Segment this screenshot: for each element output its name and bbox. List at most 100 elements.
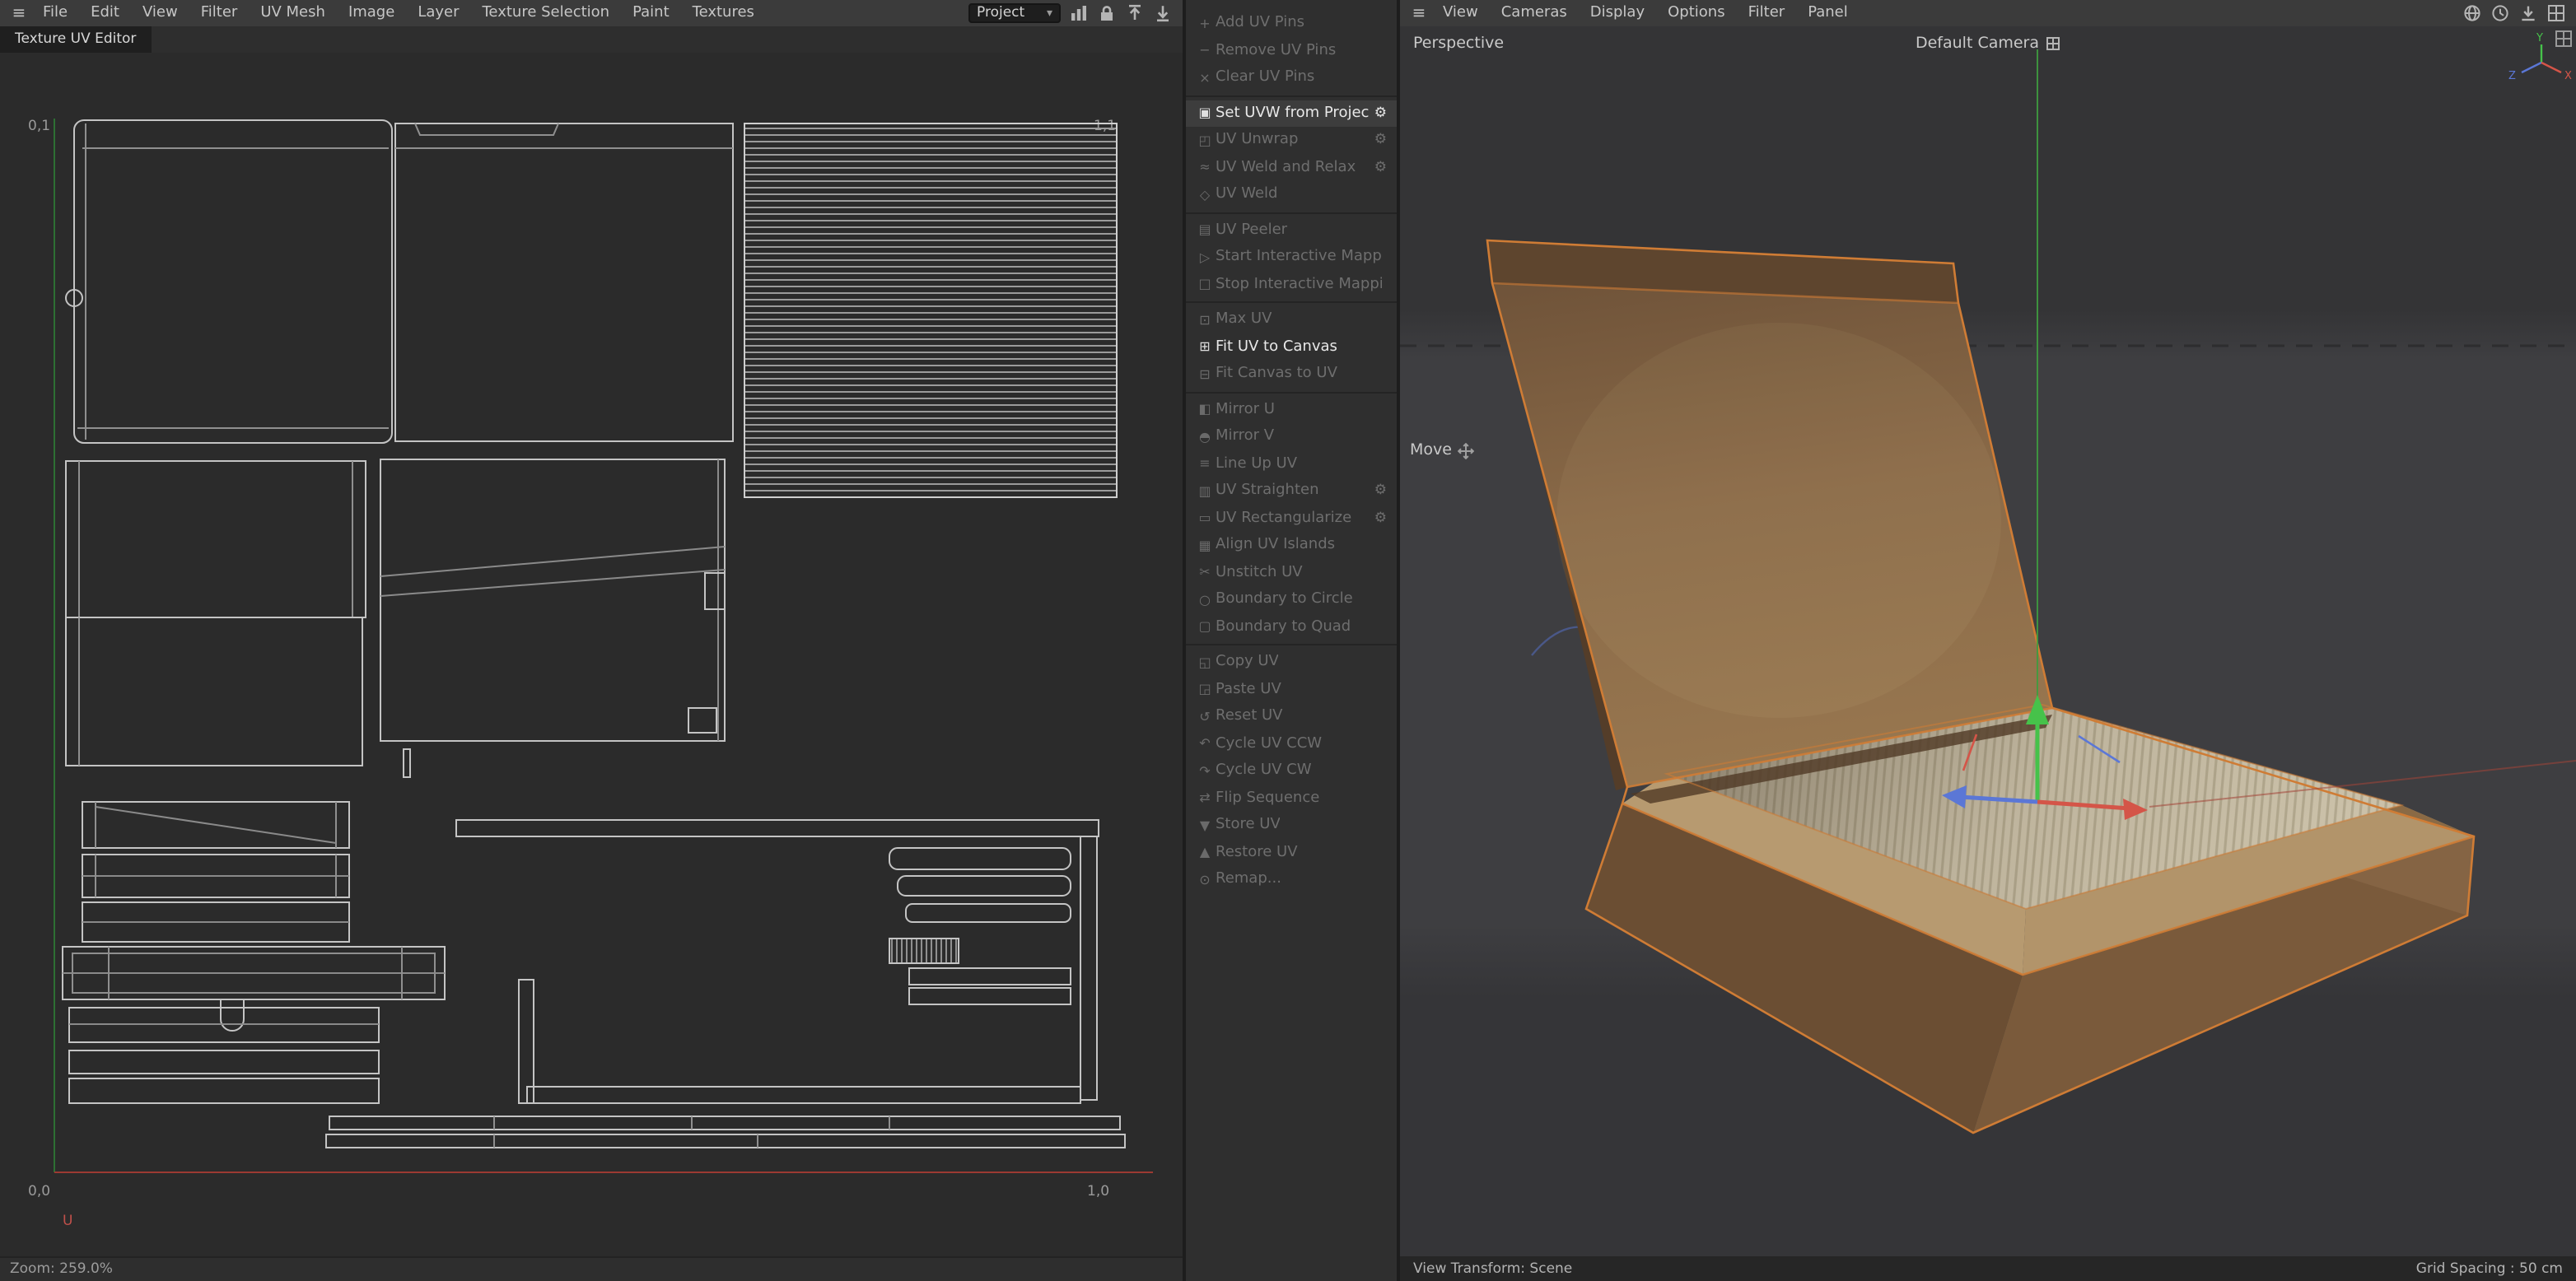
uv-command-icon: + [1194, 16, 1216, 31]
uv-command-row[interactable]: ▥ UV Straighten ⚙ [1186, 477, 1397, 505]
uv-command-row[interactable]: ↶ Cycle UV CCW [1186, 730, 1397, 757]
uv-command-row[interactable]: ⊙ Remap... [1186, 866, 1397, 893]
uv-command-row[interactable]: ↺ Reset UV [1186, 703, 1397, 730]
uv-command-row[interactable]: ≈ UV Weld and Relax ⚙ [1186, 154, 1397, 181]
upload-icon[interactable] [1125, 3, 1145, 23]
uv-command-icon: ▣ [1194, 106, 1216, 121]
menu-item[interactable]: View [131, 0, 189, 26]
uv-command-icon: − [1194, 44, 1216, 58]
uv-command-icon: × [1194, 71, 1216, 86]
uv-command-row[interactable]: ✂ Unstitch UV [1186, 559, 1397, 586]
tab-texture-uv-editor[interactable]: Texture UV Editor [0, 26, 151, 53]
menu-item[interactable]: UV Mesh [249, 0, 337, 26]
menu-item[interactable]: Texture Selection [471, 0, 622, 26]
menu-item[interactable]: Layer [406, 0, 470, 26]
layout-panes-icon[interactable] [2546, 3, 2566, 23]
uv-command-label: UV Weld and Relax [1216, 160, 1356, 176]
uv-command-row[interactable]: ⊞ Fit UV to Canvas [1186, 333, 1397, 361]
uv-command-icon: ↺ [1194, 710, 1216, 724]
viewport-menu-icon[interactable]: ≡ [1407, 4, 1431, 22]
menu-item[interactable]: Display [1579, 0, 1656, 26]
uv-command-row[interactable]: + Add UV Pins [1186, 10, 1397, 37]
uv-command-row[interactable]: ◇ UV Weld [1186, 181, 1397, 208]
uv-command-row[interactable]: ▣ Set UVW from Projection ⚙ [1186, 100, 1397, 127]
uv-command-row[interactable]: ◲ Paste UV [1186, 676, 1397, 703]
lock-icon[interactable] [1097, 3, 1117, 23]
camera-label[interactable]: Default Camera [1916, 35, 2060, 53]
uv-command-label: Cycle UV CCW [1216, 736, 1322, 752]
gear-icon[interactable]: ⚙ [1370, 133, 1387, 149]
uv-command-row[interactable]: ⇄ Flip Sequence [1186, 785, 1397, 812]
viewport-panel: ≡ View Cameras Display Options Filter Pa… [1400, 0, 2576, 1281]
uv-command-icon: ◓ [1194, 430, 1216, 445]
uv-command-row[interactable]: ▭ UV Rectangularize ⚙ [1186, 505, 1397, 532]
uv-command-row[interactable]: ◧ Mirror U [1186, 396, 1397, 423]
gear-icon[interactable]: ⚙ [1370, 483, 1387, 500]
menu-item[interactable]: View [1431, 0, 1490, 26]
globe-icon[interactable] [2462, 3, 2482, 23]
uv-command-label: Clear UV Pins [1216, 70, 1314, 86]
gear-icon[interactable]: ⚙ [1370, 160, 1387, 176]
gear-icon[interactable]: ⚙ [1370, 510, 1387, 527]
uv-command-row[interactable]: − Remove UV Pins [1186, 37, 1397, 64]
uv-canvas[interactable]: 0,1 1,1 0,0 1,0 U [0, 53, 1183, 1256]
uv-command-row[interactable]: ◰ UV Unwrap ⚙ [1186, 127, 1397, 154]
uv-command-row[interactable]: ◓ Mirror V [1186, 423, 1397, 450]
pizza-box-object[interactable] [1487, 240, 2474, 1133]
menu-item[interactable]: Filter [1737, 0, 1797, 26]
download-icon[interactable] [2518, 3, 2538, 23]
uv-command-row[interactable]: ▦ Align UV Islands [1186, 532, 1397, 559]
uv-command-icon: ⇄ [1194, 791, 1216, 806]
uv-command-label: UV Peeler [1216, 222, 1287, 239]
uv-command-icon: ▼ [1194, 818, 1216, 833]
menu-item[interactable]: Edit [79, 0, 131, 26]
uv-command-icon: ◧ [1194, 403, 1216, 417]
uv-command-icon: □ [1194, 277, 1216, 292]
uv-editor-panel: ≡ File Edit View Filter UV Mesh Image La… [0, 0, 1183, 1281]
uv-command-icon: ▤ [1194, 223, 1216, 238]
uv-command-row[interactable]: ○ Boundary to Circle [1186, 586, 1397, 613]
uv-command-row[interactable]: ◱ Copy UV [1186, 649, 1397, 676]
uv-command-row[interactable]: × Clear UV Pins [1186, 64, 1397, 91]
uv-command-icon: ⊟ [1194, 367, 1216, 382]
menu-item[interactable]: Filter [189, 0, 250, 26]
view-mode-label[interactable]: Perspective [1413, 35, 1504, 53]
uv-command-label: Mirror V [1216, 429, 1274, 445]
uv-islands[interactable] [63, 120, 1125, 1148]
u-axis-label: U [63, 1213, 72, 1229]
uv-command-icon: ⊡ [1194, 313, 1216, 328]
uv-command-row[interactable]: ▤ UV Peeler [1186, 217, 1397, 244]
uv-command-row[interactable]: ↷ Cycle UV CW [1186, 757, 1397, 785]
uv-command-row[interactable]: ▢ Boundary to Quad [1186, 613, 1397, 640]
menu-item[interactable]: Cameras [1490, 0, 1579, 26]
project-dropdown[interactable]: Project ▾ [968, 3, 1061, 23]
history-icon[interactable] [2490, 3, 2510, 23]
viewport-statusbar: View Transform: Scene Grid Spacing : 50 … [1400, 1256, 2576, 1281]
gear-icon[interactable]: ⚙ [1370, 105, 1387, 122]
uv-command-row[interactable]: ⊟ Fit Canvas to UV [1186, 361, 1397, 388]
menu-item[interactable]: File [31, 0, 79, 26]
camera-swap-icon[interactable] [2046, 36, 2060, 51]
download-icon[interactable] [1153, 3, 1173, 23]
chart-icon[interactable] [1069, 3, 1089, 23]
uv-command-icon: ○ [1194, 593, 1216, 608]
uv-command-icon: ◲ [1194, 682, 1216, 697]
menu-item[interactable]: Image [337, 0, 406, 26]
menu-item[interactable]: Panel [1796, 0, 1860, 26]
menu-item[interactable]: Paint [621, 0, 681, 26]
uv-command-row[interactable]: ▷ Start Interactive Mapping [1186, 244, 1397, 271]
uv-command-icon: ↷ [1194, 764, 1216, 779]
uv-command-row[interactable]: ⊡ Max UV [1186, 306, 1397, 333]
viewport-panes-icon[interactable] [2555, 30, 2573, 48]
viewport-3d[interactable]: Y Z X Perspective Default Camera Move [1400, 26, 2576, 1256]
uv-editor-tabstrip: Texture UV Editor [0, 26, 1183, 53]
uv-command-row[interactable]: ≡ Line Up UV [1186, 450, 1397, 477]
uv-command-row[interactable]: ▲ Restore UV [1186, 839, 1397, 866]
menu-item[interactable]: Options [1656, 0, 1736, 26]
axis-y-label: Y [2536, 32, 2543, 44]
panel-menu-icon[interactable]: ≡ [7, 4, 31, 22]
uv-command-label: Paste UV [1216, 682, 1281, 698]
menu-item[interactable]: Textures [681, 0, 766, 26]
uv-command-row[interactable]: □ Stop Interactive Mapping [1186, 271, 1397, 298]
uv-command-row[interactable]: ▼ Store UV [1186, 812, 1397, 839]
